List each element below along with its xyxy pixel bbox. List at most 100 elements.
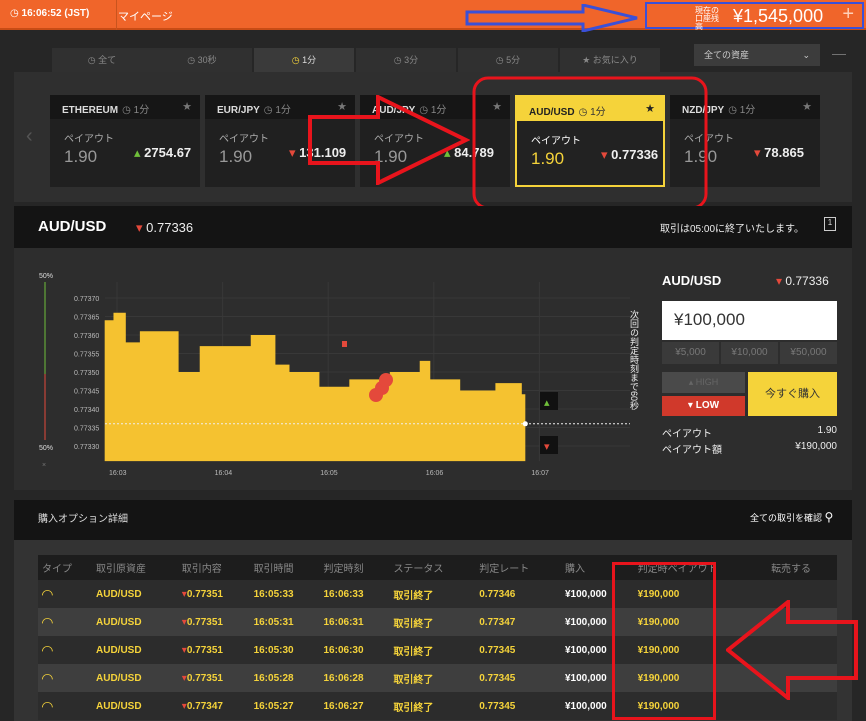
quick-amount-5000[interactable]: ¥5,000 — [662, 342, 719, 364]
column-header: 転売する — [767, 555, 837, 580]
table-cell: 0.77347 — [475, 608, 561, 636]
table-cell: AUD/USD — [92, 692, 178, 720]
deposit-plus-icon[interactable]: + — [842, 3, 854, 26]
mypage-link[interactable]: マイページ — [118, 8, 173, 24]
clock-icon: ◷ — [495, 55, 504, 65]
balance-value: ¥1,545,000 — [733, 6, 824, 26]
card-payout-label: ペイアウト — [64, 134, 114, 145]
tab-2[interactable]: ◷ 1分 — [254, 48, 354, 72]
view-all-trades-link[interactable]: 全ての取引を確認 ⚲ — [750, 510, 833, 524]
star-icon: ★ — [582, 55, 591, 65]
table-cell: 16:06:28 — [319, 664, 390, 692]
trade-rate-value: 0.77336 — [785, 274, 829, 288]
cell-value: 16:05:28 — [253, 672, 294, 684]
annotation-highlight — [472, 76, 708, 210]
table-cell: 0.77345 — [475, 636, 561, 664]
tab-4[interactable]: ◷ 5分 — [458, 48, 558, 72]
low-label: LOW — [695, 400, 720, 411]
type-cell: ◠ — [38, 580, 92, 608]
up-arrow-icon: ▴ — [134, 145, 141, 160]
table-row: ◠ AUD/USD ▾0.77351 16:05:28 16:06:28 取引終了 0.77… — [38, 664, 837, 692]
gauge-icon: ◠ — [42, 585, 53, 602]
table-cell: 0.77346 — [475, 580, 561, 608]
info-icon[interactable]: 1 — [824, 217, 836, 231]
cell-value: 0.77345 — [479, 644, 516, 656]
view-all-label: 全ての取引を確認 — [750, 513, 823, 523]
trading-end-note: 取引は05:00に終了いたします。 — [660, 224, 805, 235]
tab-label: 30秒 — [197, 55, 217, 65]
trade-pair: AUD/USD — [662, 273, 722, 288]
card-payout: 1.90 — [64, 147, 98, 166]
cell-value: 16:06:31 — [323, 616, 364, 628]
account-balance[interactable]: 現在の口座残高 ¥1,545,000 + — [645, 2, 864, 31]
card-time-label: 1分 — [133, 105, 150, 116]
amount-input[interactable]: ¥100,000 — [662, 301, 837, 340]
cell-value: 0.77351 — [186, 588, 223, 600]
cell-value: ¥100,000 — [565, 616, 607, 628]
table-cell: 16:06:33 — [319, 580, 390, 608]
low-button[interactable]: ▾ LOW — [662, 396, 745, 416]
tab-5[interactable]: ★ お気に入り — [560, 48, 660, 72]
table-cell: AUD/USD — [92, 580, 178, 608]
column-header: 取引時間 — [249, 555, 320, 580]
favorite-star-icon[interactable]: ★ — [802, 100, 812, 113]
cell-value: 16:06:33 — [323, 588, 364, 600]
cell-value: ¥100,000 — [565, 672, 607, 684]
cell-value: 0.77347 — [479, 616, 516, 628]
tab-1[interactable]: ◷ 30秒 — [152, 48, 252, 72]
trades-table: タイプ 取引原資産 取引内容 取引時間 判定時刻 ステータス 判定レート 購入 判定時ペイアウト… — [38, 555, 837, 720]
annotation-arrow — [308, 95, 470, 185]
card-rate-value: 78.865 — [764, 145, 804, 160]
table-cell: 16:06:31 — [319, 608, 390, 636]
asset-card[interactable]: ETHEREUM ◷ 1分 ★ ペイアウト 1.90 ▴ 2754.67 — [50, 95, 200, 187]
annotation-arrow — [465, 4, 638, 32]
card-time-label: 1分 — [275, 105, 291, 116]
quick-amount-50000[interactable]: ¥50,000 — [780, 342, 837, 364]
chevron-left-icon[interactable]: ‹ — [26, 125, 33, 148]
high-button[interactable]: ▴ HIGH — [662, 372, 745, 393]
current-rate-point — [522, 421, 528, 427]
options-section-header — [14, 500, 852, 540]
y-tick-label: 0.77370 — [74, 296, 99, 303]
table-cell: 0.77345 — [475, 692, 561, 720]
table-row: ◠ AUD/USD ▾0.77351 16:05:30 16:06:30 取引終了 0.77… — [38, 636, 837, 664]
asset-select[interactable]: 全ての資産 ⌄ — [694, 44, 820, 66]
column-header: 取引内容 — [177, 555, 250, 580]
card-time-label: 1分 — [739, 105, 756, 116]
collapse-icon[interactable]: — — [832, 45, 846, 61]
gauge-icon: ◠ — [42, 697, 53, 714]
card-payout-label: ペイアウト — [219, 134, 269, 145]
buy-now-button[interactable]: 今すぐ購入 — [748, 372, 837, 416]
favorite-star-icon[interactable]: ★ — [182, 100, 192, 113]
table-row: ◠ AUD/USD ▾0.77351 16:05:31 16:06:31 取引終了 0.77… — [38, 608, 837, 636]
trade-rate: ▾ 0.77336 — [776, 274, 829, 288]
quick-amount-10000[interactable]: ¥10,000 — [721, 342, 778, 364]
card-time: ◷ 1分 — [263, 105, 291, 116]
table-cell: 取引終了 — [389, 692, 476, 720]
tab-3[interactable]: ◷ 3分 — [356, 48, 456, 72]
price-chart: 0.77370 0.77365 0.77360 0.77355 0.77350 0.773… — [39, 273, 639, 477]
column-header: ステータス — [389, 555, 476, 580]
cell-value: 0.77347 — [186, 700, 223, 712]
column-header: 判定時刻 — [319, 555, 390, 580]
trade-marker — [379, 373, 393, 387]
high-label: HIGH — [695, 377, 719, 387]
asset-select-value: 全ての資産 — [704, 50, 750, 60]
countdown-note: 次回の判定時刻まで60秒 — [629, 309, 639, 411]
cell-value: 16:06:28 — [323, 672, 364, 684]
payout-value: 1.90 — [817, 425, 837, 436]
clock-icon: ◷ — [291, 55, 300, 65]
y-tick-label: 0.77355 — [74, 352, 99, 359]
card-rate-value: 2754.67 — [144, 145, 192, 160]
card-payout: 1.90 — [219, 147, 253, 166]
card-pair: EUR/JPY — [217, 105, 260, 116]
tab-label: 全て — [98, 55, 117, 65]
search-icon: ⚲ — [824, 510, 834, 524]
table-cell: 16:05:30 — [249, 636, 320, 664]
cell-value: 16:06:30 — [323, 644, 364, 656]
tab-0[interactable]: ◷ 全て — [52, 48, 152, 72]
type-cell: ◠ — [38, 692, 92, 720]
table-cell: 16:05:28 — [249, 664, 320, 692]
chart-pair: AUD/USD — [38, 218, 107, 235]
sentiment-top: 50% — [39, 273, 53, 280]
